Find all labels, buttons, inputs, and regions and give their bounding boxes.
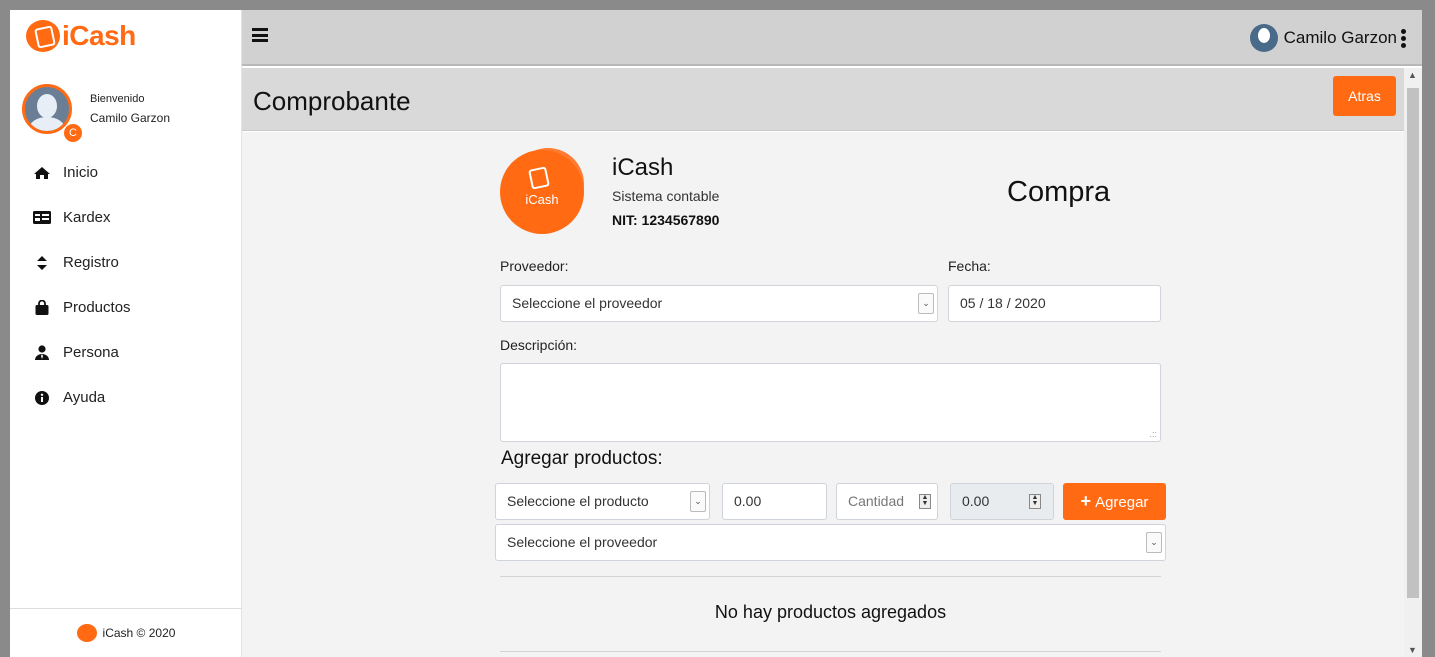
chevron-down-icon: ⌄	[690, 491, 706, 512]
proveedor-select-value: Seleccione el proveedor	[512, 295, 663, 311]
home-icon	[32, 166, 52, 180]
footer-logo-icon	[76, 624, 97, 642]
add-product-label: Agregar	[1095, 494, 1149, 511]
sidebar-item-label: Registro	[63, 254, 119, 271]
vertical-scrollbar[interactable]: ▲ ▼	[1404, 68, 1422, 657]
total-value: 0.00	[962, 493, 990, 509]
brand-logo-icon	[26, 20, 60, 52]
user-menu[interactable]: Camilo Garzon	[1249, 24, 1406, 52]
topbar-user-name: Camilo Garzon	[1283, 28, 1397, 47]
descripcion-textarea[interactable]: .::	[500, 363, 1161, 442]
main-content: iCash iCash Sistema contable NIT: 123456…	[242, 132, 1404, 657]
brand[interactable]: iCash	[26, 20, 136, 52]
voucher-form: iCash iCash Sistema contable NIT: 123456…	[490, 132, 1166, 657]
proveedor-select[interactable]: Seleccione el proveedor ⌄	[500, 285, 938, 322]
avatar-badge: C	[64, 124, 82, 142]
fecha-label: Fecha:	[948, 258, 991, 274]
sidebar-item-label: Persona	[63, 344, 119, 361]
producto-select[interactable]: Seleccione el producto ⌄	[495, 483, 710, 520]
welcome-text: Bienvenido	[90, 93, 145, 105]
hamburger-menu-icon[interactable]	[252, 28, 268, 42]
sidebar-footer: iCash © 2020	[10, 608, 242, 657]
company-name: iCash	[612, 154, 674, 181]
sidebar-item-persona[interactable]: Persona	[10, 330, 242, 375]
topbar: Camilo Garzon	[242, 10, 1422, 66]
sidebar-item-productos[interactable]: Productos	[10, 285, 242, 330]
footer-text: iCash © 2020	[102, 626, 176, 640]
proveedor-label: Proveedor:	[500, 258, 569, 274]
shopping-bag-icon	[32, 300, 52, 315]
divider	[500, 576, 1161, 577]
sort-icon	[32, 255, 52, 270]
sidebar-nav: Inicio Kardex Registro Productos Persona…	[10, 150, 242, 420]
chevron-down-icon: ⌄	[1146, 532, 1162, 553]
provider-select-2[interactable]: Seleccione el proveedor ⌄	[495, 524, 1166, 561]
back-button[interactable]: Atras	[1333, 76, 1396, 116]
page-title: Comprobante	[253, 86, 411, 116]
sidebar-item-inicio[interactable]: Inicio	[10, 150, 242, 195]
company-logo-text: iCash	[525, 192, 559, 207]
company-nit: NIT: 1234567890	[612, 212, 720, 228]
total-input: 0.00 ▲ ▼	[950, 483, 1054, 520]
price-input[interactable]: 0.00	[722, 483, 827, 520]
scrollbar-thumb[interactable]	[1407, 88, 1419, 598]
plus-icon: +	[1080, 491, 1092, 511]
stepper-icon[interactable]: ▲ ▼	[919, 494, 931, 509]
scroll-up-icon[interactable]: ▲	[1408, 70, 1417, 80]
quantity-placeholder: Cantidad	[848, 493, 905, 509]
provider-select-2-value: Seleccione el proveedor	[507, 534, 658, 550]
id-card-icon	[32, 211, 52, 224]
quantity-input[interactable]: Cantidad ▲ ▼	[836, 483, 938, 520]
document-type: Compra	[1007, 176, 1111, 208]
add-products-heading: Agregar productos:	[501, 448, 663, 469]
producto-select-value: Seleccione el producto	[507, 493, 649, 509]
app-window: iCash C Bienvenido Camilo Garzon Inicio	[10, 10, 1422, 657]
cards-icon	[528, 166, 550, 190]
descripcion-label: Descripción:	[500, 337, 578, 353]
resize-grip-icon[interactable]: .::	[1149, 429, 1157, 439]
sidebar: iCash C Bienvenido Camilo Garzon Inicio	[10, 10, 242, 657]
page-header: Comprobante Atras	[242, 68, 1422, 131]
sidebar-item-registro[interactable]: Registro	[10, 240, 242, 285]
info-circle-icon	[32, 390, 52, 405]
company-subtitle: Sistema contable	[612, 188, 720, 204]
user-circle-icon	[1249, 24, 1278, 52]
avatar	[22, 84, 72, 134]
sidebar-item-label: Ayuda	[63, 389, 106, 406]
chevron-down-icon: ⌄	[918, 293, 934, 314]
sidebar-item-ayuda[interactable]: Ayuda	[10, 375, 242, 420]
user-name: Camilo Garzon	[90, 111, 171, 125]
stepper-icon: ▲ ▼	[1029, 494, 1041, 509]
price-value: 0.00	[734, 493, 762, 509]
add-product-button[interactable]: + Agregar	[1063, 483, 1166, 520]
fecha-input[interactable]: 05 / 18 / 2020	[948, 285, 1161, 322]
sidebar-item-kardex[interactable]: Kardex	[10, 195, 242, 240]
user-tie-icon	[32, 345, 52, 360]
sidebar-item-label: Productos	[63, 299, 131, 316]
brand-name: iCash	[62, 20, 136, 51]
fecha-value: 05 / 18 / 2020	[960, 295, 1046, 311]
empty-products-message: No hay productos agregados	[714, 602, 947, 622]
sidebar-item-label: Kardex	[63, 209, 111, 226]
scroll-down-icon[interactable]: ▼	[1408, 645, 1417, 655]
company-logo: iCash	[500, 150, 584, 234]
user-card: C Bienvenido Camilo Garzon	[22, 84, 171, 142]
sidebar-item-label: Inicio	[63, 164, 99, 181]
divider	[500, 651, 1161, 652]
more-vertical-icon[interactable]	[1401, 28, 1406, 48]
